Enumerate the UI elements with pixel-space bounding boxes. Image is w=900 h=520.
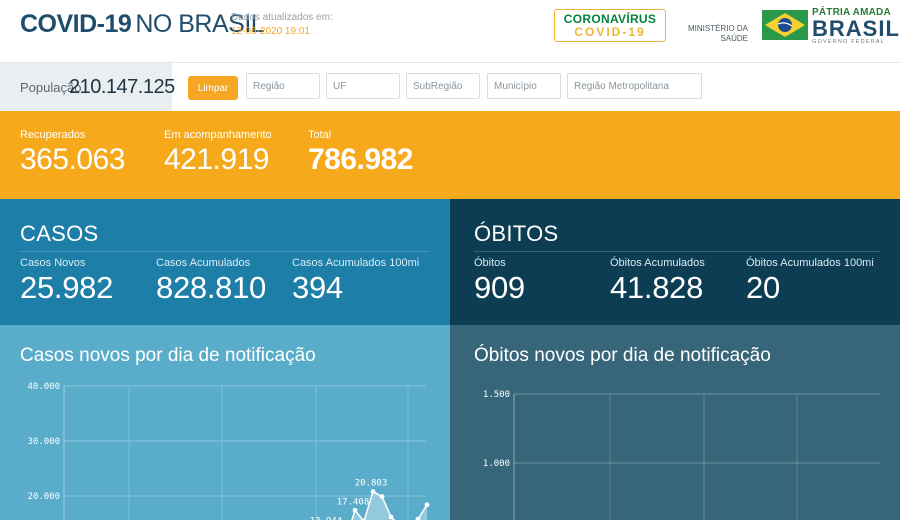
casos-novos-value: 25.982 [20, 270, 114, 305]
title-bold: COVID-19 [20, 10, 132, 38]
population-value: 210.147.125 [69, 76, 175, 98]
casos-panel: CASOS Casos Novos 25.982 Casos Acumulado… [0, 199, 450, 325]
casos-acumulados-label: Casos Acumulados [156, 257, 251, 269]
kpi-total-label: Total [308, 129, 332, 141]
kpi-recuperados-value: 365.063 [20, 143, 125, 176]
casos-novos: Casos Novos 25.982 [20, 257, 113, 306]
obitos-acumulados-value: 41.828 [610, 270, 704, 305]
updated-label: Dados atualizados em: [231, 12, 333, 23]
subregiao-select[interactable] [406, 73, 480, 99]
data-label: 20.803 [355, 479, 388, 489]
gov-line2: BRASIL [812, 16, 900, 41]
kpi-recuperados-label: Recuperados [20, 129, 86, 141]
kpi-acompanhamento-label: Em acompanhamento [164, 129, 272, 141]
header: COVID-19 NO BRASIL Dados atualizados em: … [0, 0, 900, 62]
obitos-acumulados-label: Óbitos Acumulados [610, 257, 705, 269]
kpi-acompanhamento: Em acompanhamento 421.919 [164, 129, 272, 177]
corona-logo-line2: COVID-19 [574, 25, 646, 39]
regiao-metropolitana-select[interactable] [567, 73, 702, 99]
y-tick-label: 20.000 [27, 492, 60, 502]
kpi-total-value: 786.982 [308, 143, 413, 176]
obitos-novos: Óbitos 909 [474, 257, 525, 306]
regiao-select[interactable] [246, 73, 320, 99]
obitos-chart-panel: Óbitos novos por dia de notificação 1.50… [450, 325, 900, 520]
casos-acumulados: Casos Acumulados 828.810 [156, 257, 266, 306]
filter-bar: População 210.147.125 Limpar [0, 62, 900, 111]
ministerio-label: MINISTÉRIO DA SAÚDE [688, 24, 749, 43]
casos-acumulados-100mi: Casos Acumulados 100mi 394 [292, 257, 419, 306]
casos-chart[interactable]: 40.000 30.000 20.000 13.944 17.408 20.803 [0, 325, 450, 520]
kpi-recuperados: Recuperados 365.063 [20, 129, 125, 177]
divider [474, 251, 880, 252]
casos-acumulados-100mi-label: Casos Acumulados 100mi [292, 257, 420, 269]
y-tick-label: 30.000 [27, 437, 60, 447]
brazil-flag-icon [762, 10, 808, 40]
page-title: COVID-19 NO BRASIL [20, 10, 265, 39]
population-box: População 210.147.125 [0, 63, 175, 111]
obitos-acumulados: Óbitos Acumulados 41.828 [610, 257, 705, 306]
updated-timestamp: 12-06-2020 19:01 [231, 26, 310, 37]
data-point [388, 514, 394, 520]
data-point [424, 502, 430, 508]
kpi-acompanhamento-value: 421.919 [164, 143, 269, 176]
corona-logo-line1: CORONAVÍRUS [563, 12, 657, 26]
casos-acumulados-value: 828.810 [156, 270, 266, 305]
obitos-novos-value: 909 [474, 270, 525, 305]
obitos-panel: ÓBITOS Óbitos 909 Óbitos Acumulados 41.8… [450, 199, 900, 325]
obitos-acumulados-100mi: Óbitos Acumulados 100mi 20 [746, 257, 874, 306]
data-label: 13.944 [310, 516, 343, 520]
data-label: 17.408 [337, 497, 370, 507]
obitos-title: ÓBITOS [474, 221, 559, 246]
casos-chart-panel: Casos novos por dia de notificação 40.00… [0, 325, 450, 520]
update-info: Dados atualizados em: 12-06-2020 19:01 [231, 12, 333, 37]
clear-filters-button[interactable]: Limpar [188, 76, 238, 100]
obitos-acumulados-100mi-label: Óbitos Acumulados 100mi [746, 257, 874, 269]
coronavirus-logo: CORONAVÍRUS COVID-19 [554, 9, 666, 42]
obitos-novos-label: Óbitos [474, 257, 506, 269]
kpi-total: Total 786.982 [308, 129, 413, 177]
y-tick-label: 1.500 [483, 390, 510, 400]
y-tick-label: 40.000 [27, 382, 60, 392]
obitos-acumulados-100mi-value: 20 [746, 270, 780, 305]
casos-acumulados-100mi-value: 394 [292, 270, 343, 305]
uf-select[interactable] [326, 73, 400, 99]
data-point [352, 507, 358, 513]
casos-novos-label: Casos Novos [20, 257, 86, 269]
municipio-select[interactable] [487, 73, 561, 99]
kpi-band: Recuperados 365.063 Em acompanhamento 42… [0, 111, 900, 199]
gov-logo: PÁTRIA AMADA BRASIL GOVERNO FEDERAL [812, 8, 900, 46]
data-point [379, 494, 385, 499]
data-point [370, 489, 376, 494]
obitos-chart[interactable]: 1.500 1.000 [450, 325, 900, 520]
casos-title: CASOS [20, 221, 99, 246]
divider [20, 251, 430, 252]
y-tick-label: 1.000 [483, 459, 510, 469]
